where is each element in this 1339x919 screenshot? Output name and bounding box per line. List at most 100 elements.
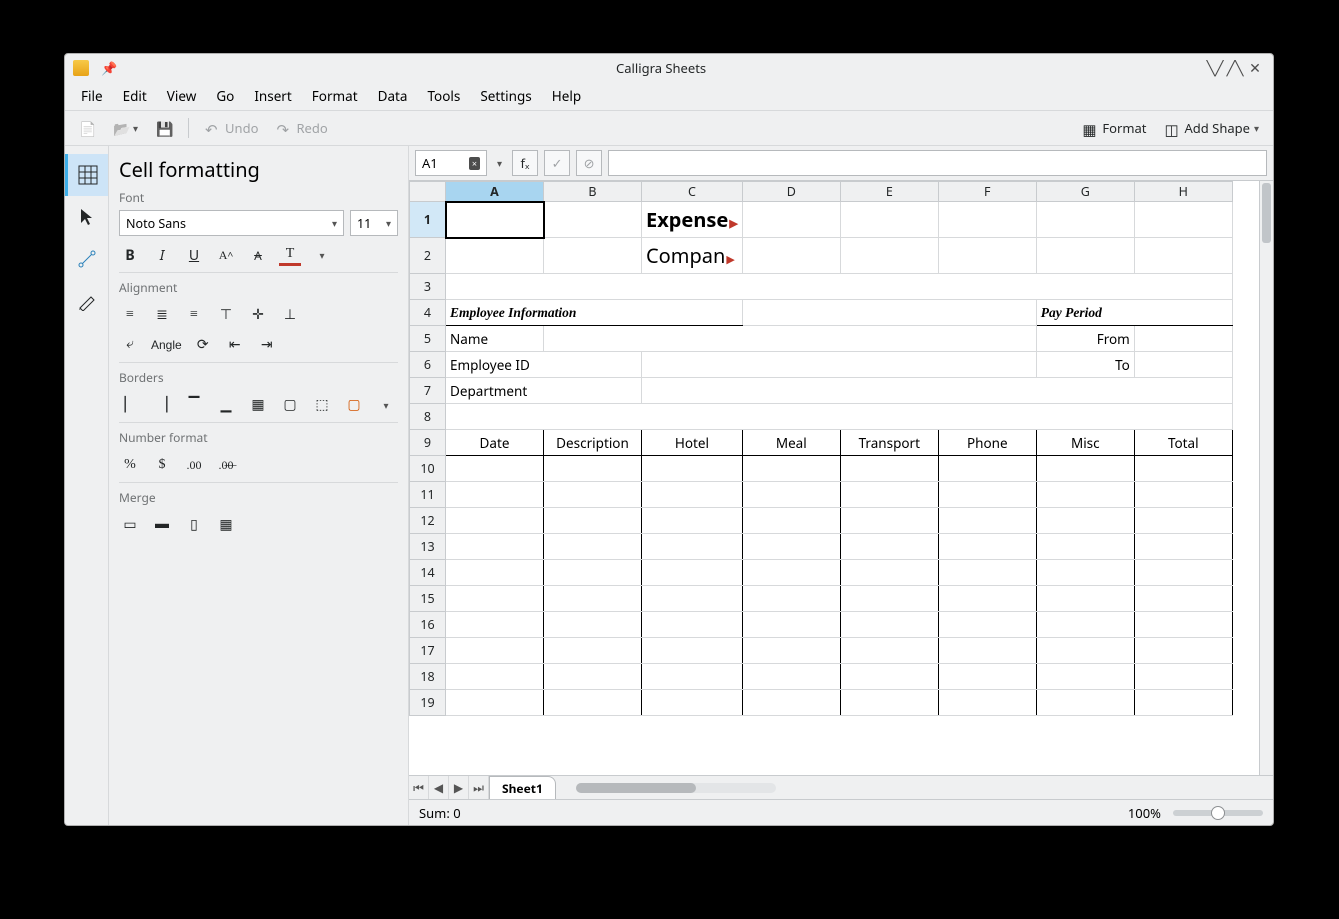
menu-edit[interactable]: Edit [113,83,157,109]
cell-h19[interactable] [1134,690,1232,716]
department-label[interactable]: Department [446,378,642,404]
horizontal-scrollbar[interactable] [576,776,776,799]
close-button[interactable]: ✕ [1245,59,1265,78]
cell-e1[interactable] [840,202,938,238]
minimize-button[interactable]: ╲╱ [1205,59,1225,78]
menu-settings[interactable]: Settings [470,83,541,109]
th-hotel[interactable]: Hotel [642,430,743,456]
cell-d16[interactable] [742,612,840,638]
cell-b14[interactable] [544,560,642,586]
cell-a18[interactable] [446,664,544,690]
border-all-button[interactable]: ▦ [247,394,269,416]
col-header-g[interactable]: G [1036,182,1134,202]
row-header-10[interactable]: 10 [410,456,446,482]
cell-b17[interactable] [544,638,642,664]
cell-f10[interactable] [938,456,1036,482]
merge-vertical-button[interactable]: ▯ [183,514,205,536]
cell-e18[interactable] [840,664,938,690]
cell-b16[interactable] [544,612,642,638]
row-header-16[interactable]: 16 [410,612,446,638]
row-header-3[interactable]: 3 [410,274,446,300]
cell-e14[interactable] [840,560,938,586]
cell-d1[interactable] [742,202,840,238]
th-phone[interactable]: Phone [938,430,1036,456]
cell-e16[interactable] [840,612,938,638]
wrap-text-button[interactable]: ⤶ [119,334,141,356]
col-header-f[interactable]: F [938,182,1036,202]
col-header-b[interactable]: B [544,182,642,202]
border-bottom-button[interactable]: ▁ [215,394,237,416]
cell-d12[interactable] [742,508,840,534]
maximize-button[interactable]: ╱╲ [1225,59,1245,78]
cell-c16[interactable] [642,612,743,638]
cell-d4[interactable] [742,300,1036,326]
col-header-c[interactable]: C [642,182,743,202]
pay-period-header[interactable]: Pay Period [1036,300,1232,326]
cell-b11[interactable] [544,482,642,508]
format-panel-button[interactable]: Format [1076,115,1152,141]
scrollbar-thumb[interactable] [1262,183,1271,243]
cell-e15[interactable] [840,586,938,612]
name-label[interactable]: Name [446,326,544,352]
cell-a17[interactable] [446,638,544,664]
menu-data[interactable]: Data [368,83,418,109]
menu-help[interactable]: Help [542,83,591,109]
align-left-button[interactable]: ≡ [119,304,141,326]
cell-a16[interactable] [446,612,544,638]
col-header-d[interactable]: D [742,182,840,202]
clear-reference-icon[interactable]: × [469,157,480,170]
row-header-4[interactable]: 4 [410,300,446,326]
cell-g18[interactable] [1036,664,1134,690]
cell-g12[interactable] [1036,508,1134,534]
cell-g2[interactable] [1036,238,1134,274]
decrease-indent-button[interactable]: ⇤ [224,334,246,356]
border-color-button[interactable]: ▢ [343,394,365,416]
cell-f15[interactable] [938,586,1036,612]
cell-b1[interactable] [544,202,642,238]
cell-e17[interactable] [840,638,938,664]
cell-h14[interactable] [1134,560,1232,586]
border-right-button[interactable]: ▕ [151,394,173,416]
cell-f12[interactable] [938,508,1036,534]
percent-format-button[interactable]: % [119,454,141,476]
strikethrough-button[interactable]: A [247,244,269,266]
cell-f16[interactable] [938,612,1036,638]
row-header-5[interactable]: 5 [410,326,446,352]
zoom-slider-knob[interactable] [1211,806,1225,820]
font-color-chevron[interactable]: ▾ [311,244,333,266]
row-header-8[interactable]: 8 [410,404,446,430]
border-top-button[interactable]: ▔ [183,394,205,416]
menu-go[interactable]: Go [206,83,244,109]
cell-a12[interactable] [446,508,544,534]
cell-c6[interactable] [642,352,1037,378]
cancel-formula-button[interactable]: ⊘ [576,150,602,176]
cell-c10[interactable] [642,456,743,482]
cell-c11[interactable] [642,482,743,508]
cell-b10[interactable] [544,456,642,482]
zoom-slider[interactable] [1173,810,1263,816]
th-transport[interactable]: Transport [840,430,938,456]
row-header-19[interactable]: 19 [410,690,446,716]
row-header-18[interactable]: 18 [410,664,446,690]
align-right-button[interactable]: ≡ [183,304,205,326]
cell-c18[interactable] [642,664,743,690]
text-orientation-button[interactable]: ⟳ [192,334,214,356]
save-doc-button[interactable] [150,116,178,140]
cell-e19[interactable] [840,690,938,716]
cell-c14[interactable] [642,560,743,586]
row-header-9[interactable]: 9 [410,430,446,456]
tool-calligraphy[interactable] [65,280,108,322]
row-header-13[interactable]: 13 [410,534,446,560]
redo-button[interactable]: Redo [270,115,333,141]
merge-cells-button[interactable]: ▭ [119,514,141,536]
formula-input[interactable] [608,150,1267,176]
cell-f18[interactable] [938,664,1036,690]
border-none-button[interactable]: ⬚ [311,394,333,416]
superscript-button[interactable]: A^ [215,244,237,266]
cell-d17[interactable] [742,638,840,664]
increase-decimal-button[interactable]: .00 [183,454,205,476]
cell-h10[interactable] [1134,456,1232,482]
valign-middle-button[interactable]: ✛ [247,304,269,326]
menu-insert[interactable]: Insert [244,83,301,109]
emp-info-header[interactable]: Employee Information [446,300,743,326]
